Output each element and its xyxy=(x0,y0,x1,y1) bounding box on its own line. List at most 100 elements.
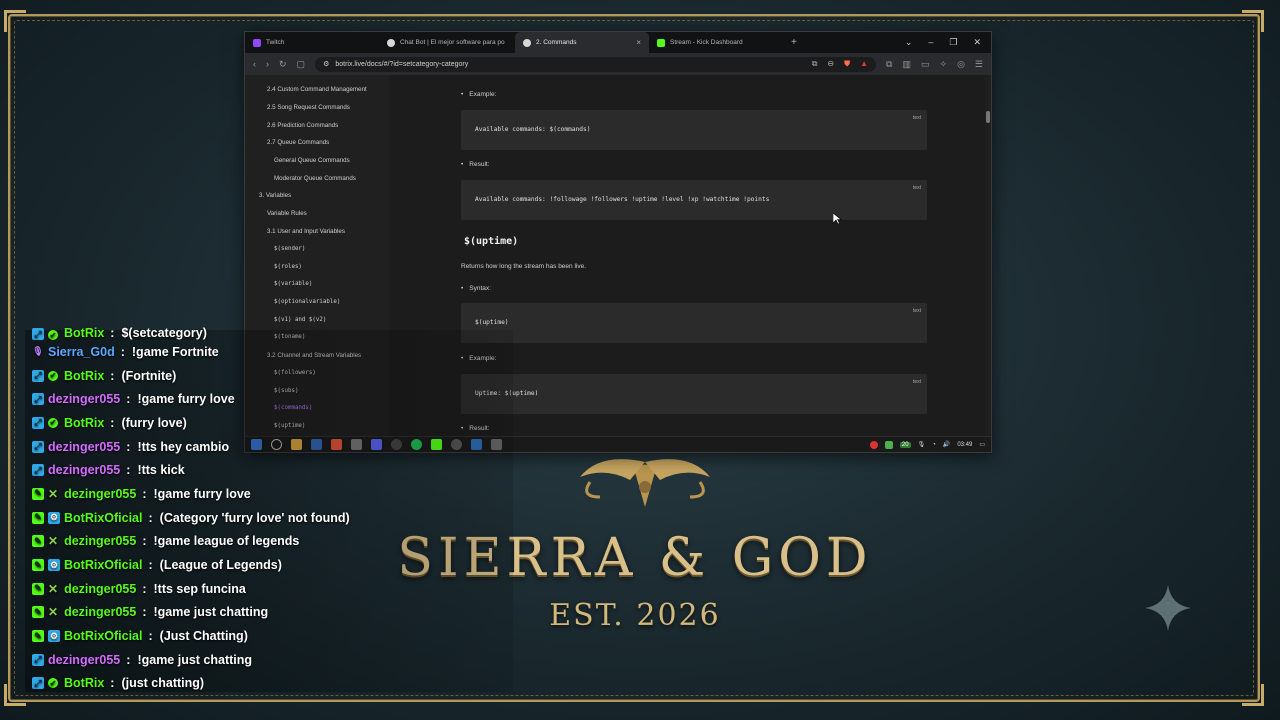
moderator-sword-icon: ✕ xyxy=(48,605,59,620)
rewards-icon[interactable]: ✧ xyxy=(940,59,948,70)
chat-separator: : xyxy=(120,344,125,359)
tray-nvidia-icon[interactable] xyxy=(884,440,893,449)
url-field[interactable]: ⚙ botrix.live/docs/#/?id=setcategory-cat… xyxy=(315,56,877,72)
chat-message: 🎙 Sierra_G0d: !game Fortnite xyxy=(32,340,512,364)
chat-username[interactable]: Sierra_G0d xyxy=(48,345,115,359)
sidebar-item[interactable]: $(sender) xyxy=(245,240,389,258)
tab-label: 2. Commands xyxy=(536,39,577,46)
shield-icon[interactable]: ⛊ xyxy=(844,59,850,69)
chat-overlay: ⤢ ✔ BotRix: $(setcategory) 🎙 Sierra_G0d: !game… xyxy=(32,322,512,695)
close-tab-icon[interactable]: × xyxy=(636,38,641,47)
chat-text: !game league of legends xyxy=(153,534,300,549)
chat-username[interactable]: BotRix xyxy=(64,416,104,430)
code-block-result: text Available commands: !followage !fol… xyxy=(461,180,927,220)
new-tab-button[interactable]: + xyxy=(783,32,807,53)
chat-username[interactable]: dezinger055 xyxy=(64,605,136,619)
tab-label: Twitch xyxy=(266,39,285,46)
network-icon[interactable]: ◔ xyxy=(932,442,936,448)
chat-username[interactable]: dezinger055 xyxy=(48,440,120,454)
tray-badge[interactable]: 20 xyxy=(899,441,911,448)
address-bar: ‹ › ↻ ▢ ⚙ botrix.live/docs/#/?id=setcate… xyxy=(245,53,991,75)
clock[interactable]: 03:49 xyxy=(957,442,972,448)
moderator-sword-icon: ✕ xyxy=(48,534,59,549)
chevron-down-icon[interactable]: ⌄ xyxy=(905,37,913,48)
tab-chatbot[interactable]: Chat Bot | El mejor software para po xyxy=(379,32,515,53)
example-label: Example: xyxy=(461,91,496,98)
chat-username[interactable]: dezinger055 xyxy=(48,463,120,477)
sidebar-item[interactable]: $(variable) xyxy=(245,276,389,294)
twitch-icon xyxy=(253,38,261,47)
site-info-icon[interactable]: ⚙ xyxy=(323,60,329,68)
close-icon[interactable]: ✕ xyxy=(973,37,981,48)
chat-username[interactable]: BotRixOficial xyxy=(64,511,143,525)
sidebar-item[interactable]: General Queue Commands xyxy=(245,152,389,170)
sidebar-item[interactable]: 2.4 Custom Command Management xyxy=(245,81,389,99)
moderator-sword-icon: ✕ xyxy=(48,581,59,596)
chat-username[interactable]: dezinger055 xyxy=(64,487,136,501)
botrix-icon xyxy=(387,38,395,47)
sidebar-item[interactable]: 3.1 User and Input Variables xyxy=(245,223,389,241)
section-heading: $(uptime) xyxy=(464,236,519,247)
chat-username[interactable]: dezinger055 xyxy=(48,392,120,406)
reload-icon[interactable]: ↻ xyxy=(279,59,287,70)
tab-kick-dashboard[interactable]: Stream - Kick Dashboard xyxy=(649,32,783,53)
chat-separator: : xyxy=(142,581,147,596)
bookmark-icon[interactable]: ▢ xyxy=(297,59,306,70)
tab-commands[interactable]: 2. Commands × xyxy=(515,32,649,53)
sidebar-toggle-icon[interactable]: ▥ xyxy=(902,59,911,70)
chat-username[interactable]: BotRixOficial xyxy=(64,558,143,572)
chat-username[interactable]: BotRixOficial xyxy=(64,629,143,643)
chat-text: !tts hey cambio xyxy=(137,439,230,454)
chat-message: ⤢ dezinger055: !game just chatting xyxy=(32,648,512,672)
bot-badge-icon: ⚙ xyxy=(48,630,60,643)
botrix-icon xyxy=(523,38,531,47)
volume-icon[interactable]: 🔊 xyxy=(943,441,950,448)
extensions-icon[interactable]: ⧉ xyxy=(886,59,892,70)
system-tray: 20 🎙 ◔ 🔊 03:49 ▭ xyxy=(869,440,985,449)
vpn-icon[interactable]: ◎ xyxy=(957,59,965,70)
tray-record-icon[interactable] xyxy=(869,440,878,449)
mouse-cursor-icon xyxy=(833,213,842,225)
restore-icon[interactable]: ❐ xyxy=(949,37,957,48)
code-language: text xyxy=(912,308,921,314)
translate-icon[interactable]: ⧉ xyxy=(812,59,818,69)
scrollbar-thumb[interactable] xyxy=(986,111,990,123)
chat-message: ✎ ⚙ BotRixOficial: (League of Legends) xyxy=(32,553,512,577)
wallet-icon[interactable]: ▭ xyxy=(921,59,930,70)
sidebar-item[interactable]: 2.5 Song Request Commands xyxy=(245,99,389,117)
kick-badge-icon: ✎ xyxy=(32,630,44,643)
zoom-icon[interactable]: ⊖ xyxy=(827,59,834,69)
back-icon[interactable]: ‹ xyxy=(253,59,256,69)
forward-icon[interactable]: › xyxy=(266,59,269,69)
chat-username[interactable]: BotRix xyxy=(64,676,104,690)
chat-separator: : xyxy=(148,558,153,573)
window-controls: ⌄ – ❐ ✕ xyxy=(905,37,991,48)
chat-separator: : xyxy=(110,415,115,430)
minimize-icon[interactable]: – xyxy=(928,37,933,48)
chat-username[interactable]: dezinger055 xyxy=(64,582,136,596)
chat-username[interactable]: dezinger055 xyxy=(48,653,120,667)
sidebar-item[interactable]: 2.6 Prediction Commands xyxy=(245,116,389,134)
sidebar-item[interactable]: Variable Rules xyxy=(245,205,389,223)
sidebar-item[interactable]: $(roles) xyxy=(245,258,389,276)
sidebar-item[interactable]: 3. Variables xyxy=(245,187,389,205)
sidebar-item[interactable]: Moderator Queue Commands xyxy=(245,169,389,187)
chat-username[interactable]: dezinger055 xyxy=(64,534,136,548)
chat-username[interactable]: BotRix xyxy=(64,326,104,340)
menu-icon[interactable]: ☰ xyxy=(975,59,983,70)
notifications-icon[interactable]: ▭ xyxy=(979,441,985,448)
alert-icon[interactable]: ▲ xyxy=(860,59,868,69)
chat-username[interactable]: BotRix xyxy=(64,369,104,383)
microphone-icon[interactable]: 🎙 xyxy=(918,441,926,448)
chat-separator: : xyxy=(110,326,115,340)
chat-separator: : xyxy=(126,439,131,454)
sidebar-item[interactable]: 2.7 Queue Commands xyxy=(245,134,389,152)
chat-text: (Fortnite) xyxy=(121,368,177,383)
code-block-syntax: text $(uptime) xyxy=(461,303,927,343)
page-scrollbar[interactable] xyxy=(985,75,991,438)
verified-icon: ✔ xyxy=(48,370,58,381)
tab-twitch[interactable]: Twitch xyxy=(245,32,379,53)
sidebar-item[interactable]: $(optionalvariable) xyxy=(245,293,389,311)
chat-message: ⤢ ✔ BotRix: $(setcategory) xyxy=(32,322,512,340)
kick-icon xyxy=(657,38,665,47)
